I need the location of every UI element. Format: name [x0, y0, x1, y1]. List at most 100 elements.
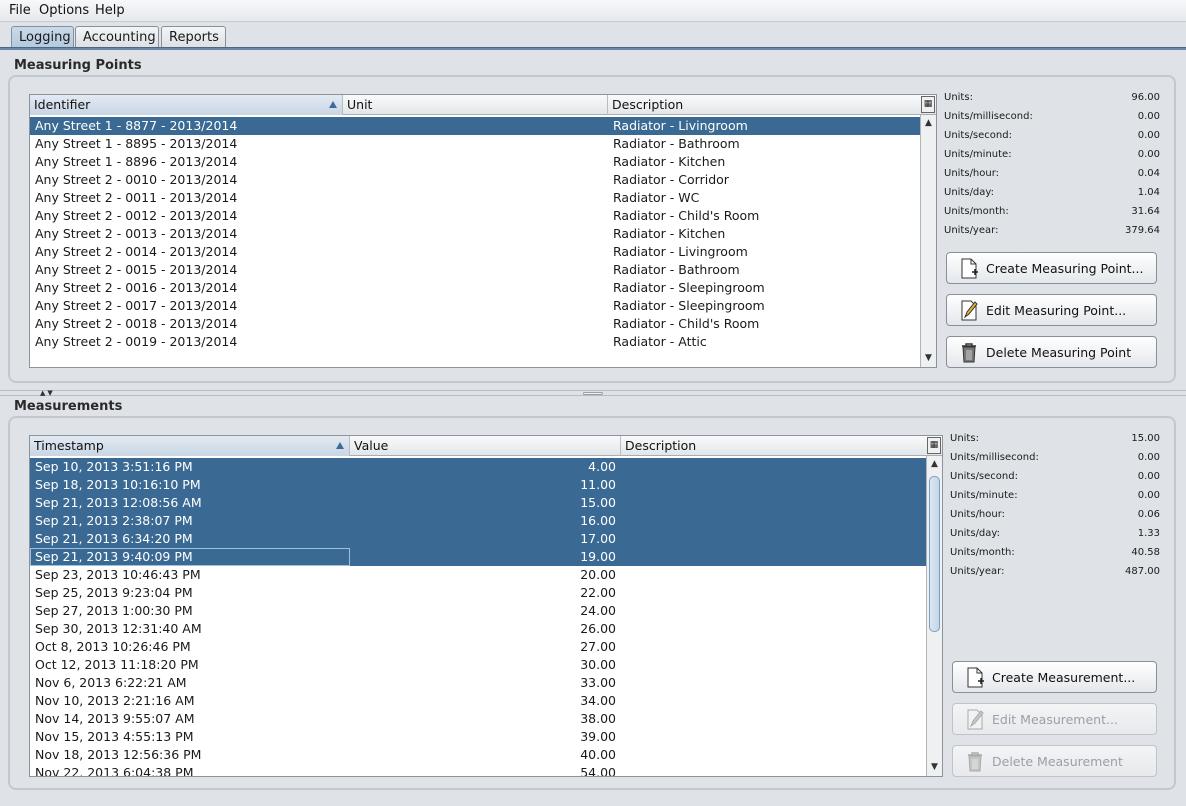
table-row[interactable]: Any Street 2 - 0012 - 2013/2014 Radiator … [30, 207, 920, 225]
measuring-points-table[interactable]: Identifier Unit Description ▦ Any Street… [29, 94, 937, 368]
delete-measuring-point-button[interactable]: Delete Measuring Point [946, 336, 1157, 368]
stat-label: Units/second: [950, 471, 1018, 482]
create-measurement-button[interactable]: Create Measurement... [952, 661, 1157, 693]
table-row[interactable]: Sep 21, 2013 6:34:20 PM 17.00 [30, 530, 926, 548]
table-row[interactable]: Sep 30, 2013 12:31:40 AM 26.00 [30, 620, 926, 638]
scroll-thumb[interactable] [929, 476, 940, 632]
table-row[interactable]: Sep 18, 2013 10:16:10 PM 11.00 [30, 476, 926, 494]
timestamp-cell: Sep 21, 2013 12:08:56 AM [35, 495, 202, 510]
stat-label: Units: [944, 92, 973, 103]
table-row[interactable]: Any Street 2 - 0010 - 2013/2014 Radiator … [30, 171, 920, 189]
identifier-cell: Any Street 2 - 0016 - 2013/2014 [35, 280, 238, 295]
sort-ascending-icon [329, 101, 337, 108]
column-control-icon[interactable]: ▦ [927, 437, 941, 454]
table-row[interactable]: Nov 15, 2013 4:55:13 PM 39.00 [30, 728, 926, 746]
trash-icon [968, 752, 982, 772]
table-row[interactable]: Sep 21, 2013 9:40:09 PM 19.00 [30, 548, 926, 566]
value-cell: 34.00 [580, 693, 616, 708]
table-row[interactable]: Any Street 2 - 0015 - 2013/2014 Radiator … [30, 261, 920, 279]
edit-measuring-point-button[interactable]: Edit Measuring Point... [946, 294, 1157, 326]
timestamp-cell: Sep 18, 2013 10:16:10 PM [35, 477, 201, 492]
stat-value: 487.00 [1125, 566, 1160, 577]
table-row[interactable]: Nov 6, 2013 6:22:21 AM 33.00 [30, 674, 926, 692]
stat-value: 379.64 [1125, 225, 1160, 236]
stat-label: Units/millisecond: [950, 452, 1039, 463]
tab-logging[interactable]: Logging [11, 26, 74, 48]
scroll-down-icon[interactable]: ▼ [929, 762, 940, 773]
table-row[interactable]: Any Street 2 - 0017 - 2013/2014 Radiator … [30, 297, 920, 315]
column-description[interactable]: Description [608, 95, 922, 115]
table-row[interactable]: Sep 21, 2013 2:38:07 PM 16.00 [30, 512, 926, 530]
table-row[interactable]: Sep 27, 2013 1:00:30 PM 24.00 [30, 602, 926, 620]
measuring-points-title: Measuring Points [14, 58, 142, 73]
stat-value: 0.00 [1137, 130, 1160, 141]
split-collapse-icon[interactable]: ▲▼ [40, 389, 55, 397]
column-description[interactable]: Description [621, 436, 928, 456]
description-cell: Radiator - Livingroom [613, 244, 748, 259]
table-row[interactable]: Sep 10, 2013 3:51:16 PM 4.00 [30, 458, 926, 476]
measurements-scrollbar[interactable]: ▲ ▼ [926, 456, 942, 776]
button-label: Edit Measurement... [992, 712, 1118, 727]
table-row[interactable]: Sep 21, 2013 12:08:56 AM 15.00 [30, 494, 926, 512]
table-row[interactable]: Any Street 2 - 0018 - 2013/2014 Radiator … [30, 315, 920, 333]
table-row[interactable]: Any Street 2 - 0014 - 2013/2014 Radiator … [30, 243, 920, 261]
table-row[interactable]: Any Street 1 - 8877 - 2013/2014 Radiator … [30, 117, 920, 135]
scroll-up-icon[interactable]: ▲ [923, 118, 934, 129]
stat-label: Units/minute: [950, 490, 1018, 501]
tab-reports[interactable]: Reports [161, 26, 226, 48]
identifier-cell: Any Street 2 - 0017 - 2013/2014 [35, 298, 238, 313]
table-row[interactable]: Nov 22, 2013 6:04:38 PM 54.00 [30, 764, 926, 776]
value-cell: 22.00 [580, 585, 616, 600]
stat-value: 31.64 [1131, 206, 1160, 217]
stat-row: Units/day: 1.04 [944, 187, 1160, 201]
stat-row: Units/year: 379.64 [944, 225, 1160, 239]
column-control-icon[interactable]: ▦ [921, 96, 935, 113]
measurements-title: Measurements [14, 399, 123, 414]
table-row[interactable]: Any Street 2 - 0019 - 2013/2014 Radiator … [30, 333, 920, 351]
column-value[interactable]: Value [350, 436, 621, 456]
sort-ascending-icon [336, 442, 344, 449]
table-row[interactable]: Any Street 2 - 0013 - 2013/2014 Radiator … [30, 225, 920, 243]
value-cell: 11.00 [580, 477, 616, 492]
table-row[interactable]: Any Street 2 - 0011 - 2013/2014 Radiator … [30, 189, 920, 207]
timestamp-cell: Sep 23, 2013 10:46:43 PM [35, 567, 201, 582]
timestamp-cell: Sep 25, 2013 9:23:04 PM [35, 585, 193, 600]
delete-measurement-button[interactable]: Delete Measurement [952, 745, 1157, 777]
table-header: Identifier Unit Description ▦ [30, 95, 936, 115]
column-unit[interactable]: Unit [343, 95, 608, 115]
value-cell: 17.00 [580, 531, 616, 546]
new-document-icon [967, 667, 984, 688]
column-timestamp[interactable]: Timestamp [30, 436, 350, 456]
table-row[interactable]: Sep 23, 2013 10:46:43 PM 20.00 [30, 566, 926, 584]
menu-options[interactable]: Options [39, 3, 89, 18]
button-label: Create Measurement... [992, 670, 1136, 685]
stat-row: Units/day: 1.33 [950, 528, 1160, 542]
menu-help[interactable]: Help [95, 3, 125, 18]
measuring-points-scrollbar[interactable]: ▲ ▼ [920, 115, 936, 367]
stat-row: Units/minute: 0.00 [944, 149, 1160, 163]
table-row[interactable]: Nov 18, 2013 12:56:36 PM 40.00 [30, 746, 926, 764]
table-row[interactable]: Any Street 2 - 0016 - 2013/2014 Radiator … [30, 279, 920, 297]
timestamp-cell: Nov 14, 2013 9:55:07 AM [35, 711, 195, 726]
value-cell: 26.00 [580, 621, 616, 636]
table-row[interactable]: Any Street 1 - 8895 - 2013/2014 Radiator … [30, 135, 920, 153]
edit-measurement-button[interactable]: Edit Measurement... [952, 703, 1157, 735]
table-row[interactable]: Nov 14, 2013 9:55:07 AM 38.00 [30, 710, 926, 728]
measurements-table[interactable]: Timestamp Value Description ▦ Sep 10, 20… [29, 435, 943, 777]
menu-file[interactable]: File [9, 3, 31, 18]
table-row[interactable]: Oct 12, 2013 11:18:20 PM 30.00 [30, 656, 926, 674]
table-row[interactable]: Any Street 1 - 8896 - 2013/2014 Radiator … [30, 153, 920, 171]
create-measuring-point-button[interactable]: Create Measuring Point... [946, 252, 1157, 284]
table-row[interactable]: Sep 25, 2013 9:23:04 PM 22.00 [30, 584, 926, 602]
timestamp-cell: Sep 27, 2013 1:00:30 PM [35, 603, 193, 618]
timestamp-cell: Nov 6, 2013 6:22:21 AM [35, 675, 187, 690]
split-grip-icon[interactable] [583, 392, 603, 395]
table-row[interactable]: Nov 10, 2013 2:21:16 AM 34.00 [30, 692, 926, 710]
scroll-down-icon[interactable]: ▼ [923, 353, 934, 364]
table-row[interactable]: Oct 8, 2013 10:26:46 PM 27.00 [30, 638, 926, 656]
column-identifier[interactable]: Identifier [30, 95, 343, 115]
description-cell: Radiator - Kitchen [613, 226, 726, 241]
tab-accounting[interactable]: Accounting [75, 26, 159, 48]
timestamp-cell: Sep 21, 2013 6:34:20 PM [35, 531, 193, 546]
scroll-up-icon[interactable]: ▲ [929, 459, 940, 470]
